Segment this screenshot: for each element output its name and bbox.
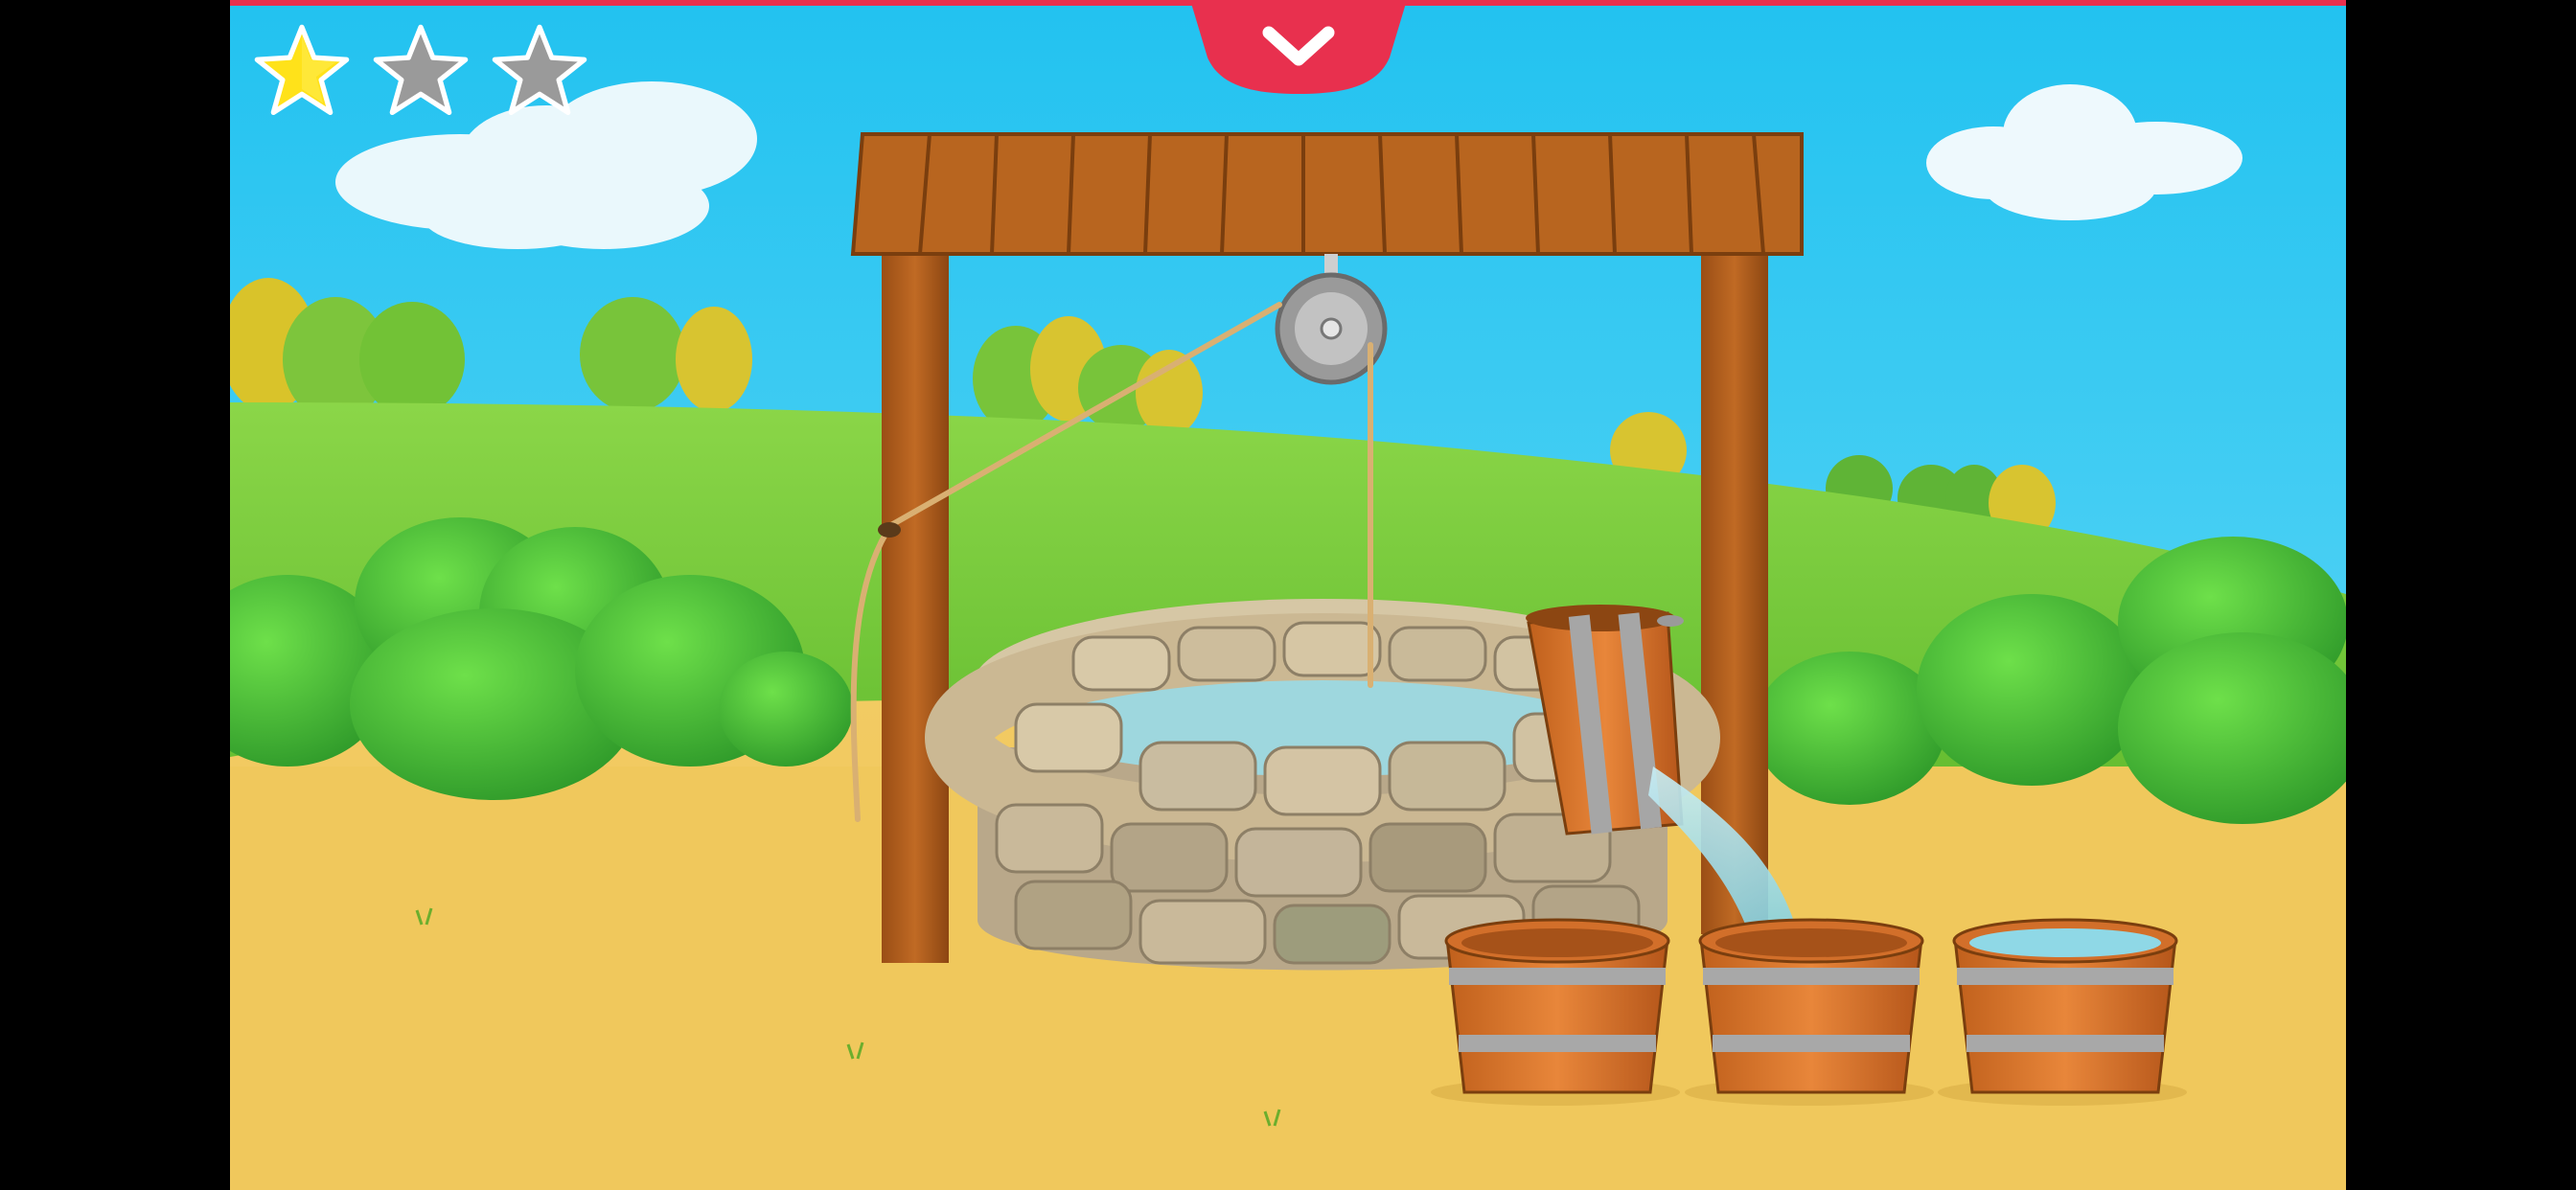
star-empty-icon (492, 24, 587, 116)
scene-canvas (230, 0, 2346, 1190)
chevron-down-icon (1190, 0, 1407, 94)
letterbox-left (0, 0, 230, 1190)
rope-knot (878, 522, 901, 538)
well-post-left (882, 244, 949, 963)
bucket-1[interactable] (1431, 918, 1680, 1106)
star-filled-icon (254, 24, 350, 116)
star-1 (251, 21, 353, 123)
game-scene (230, 0, 2346, 1190)
star-progress (251, 21, 590, 126)
star-empty-icon (373, 24, 469, 116)
letterbox-right (2346, 0, 2576, 1190)
star-2 (370, 21, 472, 123)
well-roof (850, 132, 1804, 256)
menu-toggle-button[interactable] (1190, 0, 1407, 94)
star-3 (489, 21, 590, 123)
bucket-3[interactable] (1938, 918, 2187, 1106)
bucket-2[interactable] (1685, 918, 1934, 1106)
